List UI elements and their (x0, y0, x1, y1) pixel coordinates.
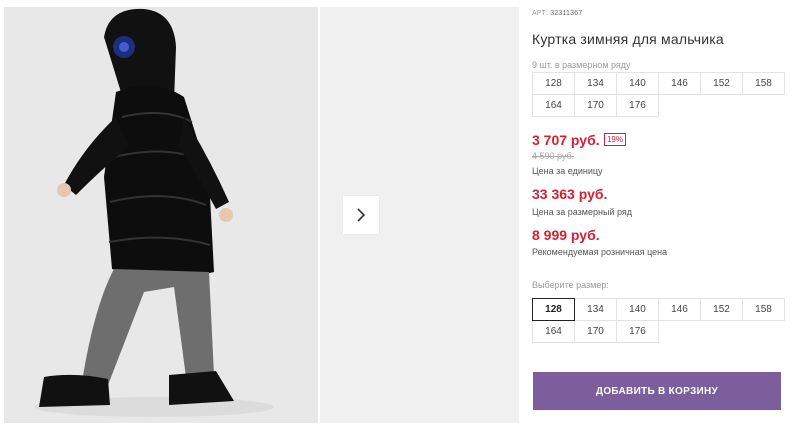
size-option-140[interactable]: 140 (616, 298, 659, 321)
size-option-170[interactable]: 170 (574, 320, 617, 343)
size-set-cell: 146 (658, 72, 701, 95)
size-option-146[interactable]: 146 (658, 298, 701, 321)
product-title: Куртка зимняя для мальчика (532, 31, 724, 47)
size-set-grid: 128 134 140 146 152 158 164 170 176 (532, 72, 785, 117)
set-price-label: Цена за размерный ряд (532, 207, 633, 217)
size-set-cell: 176 (616, 94, 659, 117)
current-price: 3 707 руб. (532, 132, 600, 148)
size-option-176[interactable]: 176 (616, 320, 659, 343)
size-set-cell: 128 (532, 72, 575, 95)
size-set-cell: 158 (742, 72, 785, 95)
set-price: 33 363 руб. (532, 186, 608, 202)
set-count-text: 9 шт. в размерном ряду (532, 60, 631, 70)
article-label: АРТ: (532, 10, 549, 17)
size-picker-grid: 128 134 140 146 152 158 164 170 176 (532, 298, 785, 343)
size-set-cell: 140 (616, 72, 659, 95)
article-value: 32311367 (550, 10, 583, 17)
per-unit-label: Цена за единицу (532, 166, 603, 176)
product-photo-boy-jacket (4, 7, 318, 423)
article-number: АРТ: 32311367 (532, 10, 582, 17)
retail-price-label: Рекомендуемая розничная цена (532, 247, 668, 257)
size-option-164[interactable]: 164 (532, 320, 575, 343)
size-option-158[interactable]: 158 (742, 298, 785, 321)
old-price: 4 590 руб. (532, 151, 575, 161)
size-option-128[interactable]: 128 (532, 298, 575, 321)
retail-price: 8 999 руб. (532, 227, 600, 243)
size-set-cell: 170 (574, 94, 617, 117)
product-info-panel: АРТ: 32311367 Куртка зимняя для мальчика… (532, 0, 800, 427)
size-set-cell: 164 (532, 94, 575, 117)
size-option-152[interactable]: 152 (700, 298, 743, 321)
size-option-134[interactable]: 134 (574, 298, 617, 321)
size-set-cell: 134 (574, 72, 617, 95)
discount-badge: 19% (604, 133, 626, 146)
chevron-right-icon (357, 208, 366, 222)
add-to-cart-button[interactable]: ДОБАВИТЬ В КОРЗИНУ (533, 372, 781, 410)
product-gallery (0, 0, 519, 427)
choose-size-label: Выберите размер: (532, 280, 609, 290)
gallery-next-button[interactable] (343, 196, 379, 234)
size-set-cell: 152 (700, 72, 743, 95)
